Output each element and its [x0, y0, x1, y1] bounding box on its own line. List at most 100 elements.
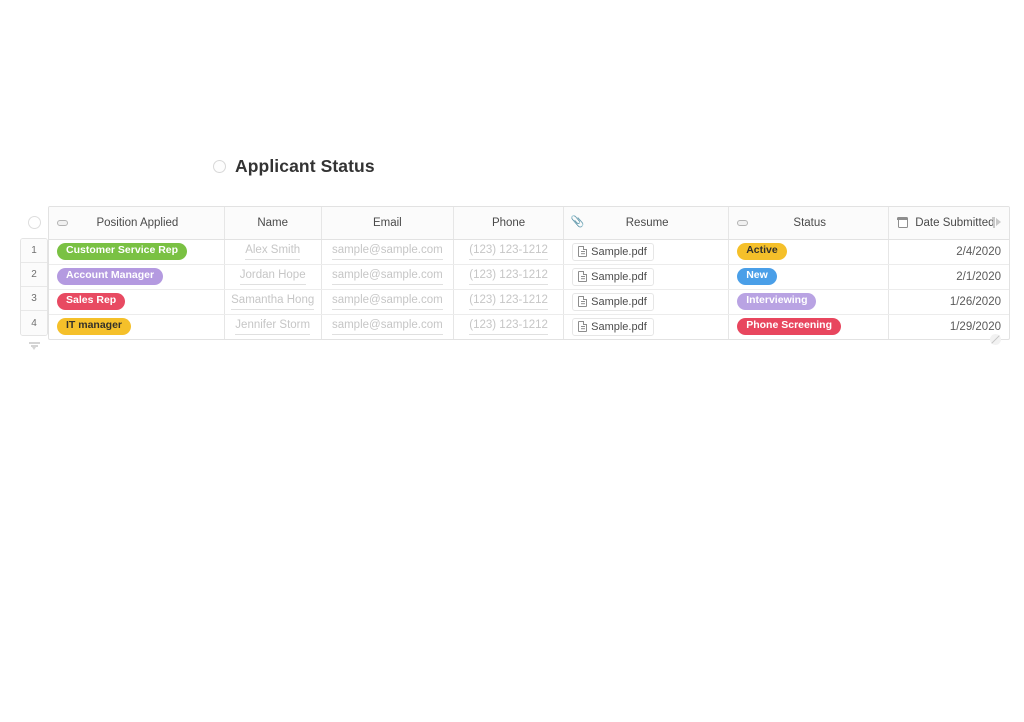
page-title-row: Applicant Status	[213, 156, 375, 177]
column-header-name[interactable]: Name	[224, 207, 322, 240]
column-label: Date Submitted	[915, 216, 995, 229]
column-label: Resume	[625, 216, 669, 229]
table-row[interactable]: IT manager Jennifer Storm sample@sample.…	[49, 314, 1009, 339]
attachment-chip[interactable]: Sample.pdf	[572, 292, 654, 311]
cell-position-applied[interactable]: Customer Service Rep	[49, 239, 225, 265]
collapse-rows-button[interactable]	[20, 336, 48, 354]
column-header-phone[interactable]: Phone	[453, 207, 565, 240]
cell-email[interactable]: sample@sample.com	[321, 239, 455, 265]
cell-name[interactable]: Jennifer Storm	[224, 314, 322, 339]
resize-grip-icon[interactable]	[990, 334, 1001, 345]
email-value: sample@sample.com	[331, 293, 443, 310]
page-title: Applicant Status	[235, 156, 375, 176]
row-number[interactable]: 4	[21, 311, 47, 335]
cell-resume[interactable]: Sample.pdf	[563, 264, 730, 290]
column-header-date-submitted[interactable]: Date Submitted	[888, 207, 1009, 240]
column-header-status[interactable]: Status	[728, 207, 890, 240]
data-grid: 1 2 3 4 Position Applied Name Email Phon…	[20, 206, 1010, 354]
table-row[interactable]: Customer Service Rep Alex Smith sample@s…	[49, 239, 1009, 265]
phone-value: (123) 123-1212	[469, 243, 548, 260]
status-badge: Active	[737, 243, 787, 260]
cell-phone[interactable]: (123) 123-1212	[453, 289, 565, 315]
attachment-name: Sample.pdf	[591, 245, 647, 258]
single-select-pill-icon	[736, 216, 749, 229]
email-value: sample@sample.com	[331, 243, 443, 260]
attachment-chip[interactable]: Sample.pdf	[572, 267, 654, 286]
column-label: Position Applied	[96, 216, 179, 229]
date-value: 2/1/2020	[956, 270, 1001, 283]
cell-position-applied[interactable]: Sales Rep	[49, 289, 225, 315]
expand-right-icon[interactable]	[993, 216, 1003, 228]
table-header-row: Position Applied Name Email Phone 📎 Resu…	[49, 207, 1009, 240]
phone-value: (123) 123-1212	[469, 318, 548, 335]
row-number[interactable]: 1	[21, 239, 47, 263]
position-pill: Account Manager	[57, 268, 164, 285]
cell-date-submitted[interactable]: 2/4/2020	[888, 239, 1009, 265]
row-number-gutter: 1 2 3 4	[20, 206, 48, 354]
cell-position-applied[interactable]: IT manager	[49, 314, 225, 339]
cell-resume[interactable]: Sample.pdf	[563, 289, 730, 315]
cell-phone[interactable]: (123) 123-1212	[453, 314, 565, 339]
cell-date-submitted[interactable]: 1/26/2020	[888, 289, 1009, 315]
column-header-position-applied[interactable]: Position Applied	[49, 207, 225, 240]
collapse-rows-icon	[28, 342, 40, 351]
grid-table-frame: Position Applied Name Email Phone 📎 Resu…	[48, 206, 1010, 340]
attachment-name: Sample.pdf	[591, 270, 647, 283]
name-value: Jordan Hope	[239, 268, 306, 285]
cell-status[interactable]: Interviewing	[728, 289, 890, 315]
date-value: 1/29/2020	[949, 320, 1001, 333]
email-value: sample@sample.com	[331, 318, 443, 335]
cell-position-applied[interactable]: Account Manager	[49, 264, 225, 290]
status-badge: Phone Screening	[737, 318, 841, 335]
row-number-list: 1 2 3 4	[20, 238, 48, 336]
cell-name[interactable]: Samantha Hong	[224, 289, 322, 315]
cell-email[interactable]: sample@sample.com	[321, 289, 455, 315]
paperclip-icon: 📎	[570, 216, 585, 229]
email-value: sample@sample.com	[331, 268, 443, 285]
row-number[interactable]: 3	[21, 287, 47, 311]
file-icon	[578, 245, 588, 257]
circle-icon	[213, 160, 226, 173]
column-label: Phone	[491, 216, 526, 229]
column-label: Name	[257, 216, 289, 229]
calendar-icon	[896, 216, 909, 229]
phone-value: (123) 123-1212	[469, 268, 548, 285]
attachment-chip[interactable]: Sample.pdf	[572, 317, 654, 336]
grid-table: Position Applied Name Email Phone 📎 Resu…	[49, 207, 1009, 339]
column-header-resume[interactable]: 📎 Resume	[563, 207, 730, 240]
attachment-name: Sample.pdf	[591, 295, 647, 308]
status-badge: New	[737, 268, 777, 285]
status-badge: Interviewing	[737, 293, 817, 310]
date-value: 1/26/2020	[949, 295, 1001, 308]
select-all-cell[interactable]	[20, 206, 48, 238]
file-icon	[578, 320, 588, 332]
cell-date-submitted[interactable]: 2/1/2020	[888, 264, 1009, 290]
single-select-pill-icon	[56, 216, 69, 229]
app-root: Applicant Status 1 2 3 4 Position Applie…	[0, 0, 1024, 722]
cell-name[interactable]: Jordan Hope	[224, 264, 322, 290]
attachment-chip[interactable]: Sample.pdf	[572, 242, 654, 261]
column-header-email[interactable]: Email	[321, 207, 455, 240]
table-row[interactable]: Sales Rep Samantha Hong sample@sample.co…	[49, 289, 1009, 315]
cell-status[interactable]: New	[728, 264, 890, 290]
file-icon	[578, 295, 588, 307]
date-value: 2/4/2020	[956, 245, 1001, 258]
phone-value: (123) 123-1212	[469, 293, 548, 310]
cell-phone[interactable]: (123) 123-1212	[453, 239, 565, 265]
cell-status[interactable]: Phone Screening	[728, 314, 890, 339]
circle-icon[interactable]	[27, 215, 41, 229]
cell-email[interactable]: sample@sample.com	[321, 264, 455, 290]
cell-status[interactable]: Active	[728, 239, 890, 265]
position-pill: Sales Rep	[57, 293, 126, 310]
cell-phone[interactable]: (123) 123-1212	[453, 264, 565, 290]
column-label: Status	[793, 216, 827, 229]
row-number[interactable]: 2	[21, 263, 47, 287]
position-pill: IT manager	[57, 318, 132, 335]
cell-resume[interactable]: Sample.pdf	[563, 314, 730, 339]
cell-name[interactable]: Alex Smith	[224, 239, 322, 265]
name-value: Alex Smith	[245, 243, 301, 260]
cell-resume[interactable]: Sample.pdf	[563, 239, 730, 265]
name-value: Samantha Hong	[231, 293, 315, 310]
table-row[interactable]: Account Manager Jordan Hope sample@sampl…	[49, 264, 1009, 290]
cell-email[interactable]: sample@sample.com	[321, 314, 455, 339]
